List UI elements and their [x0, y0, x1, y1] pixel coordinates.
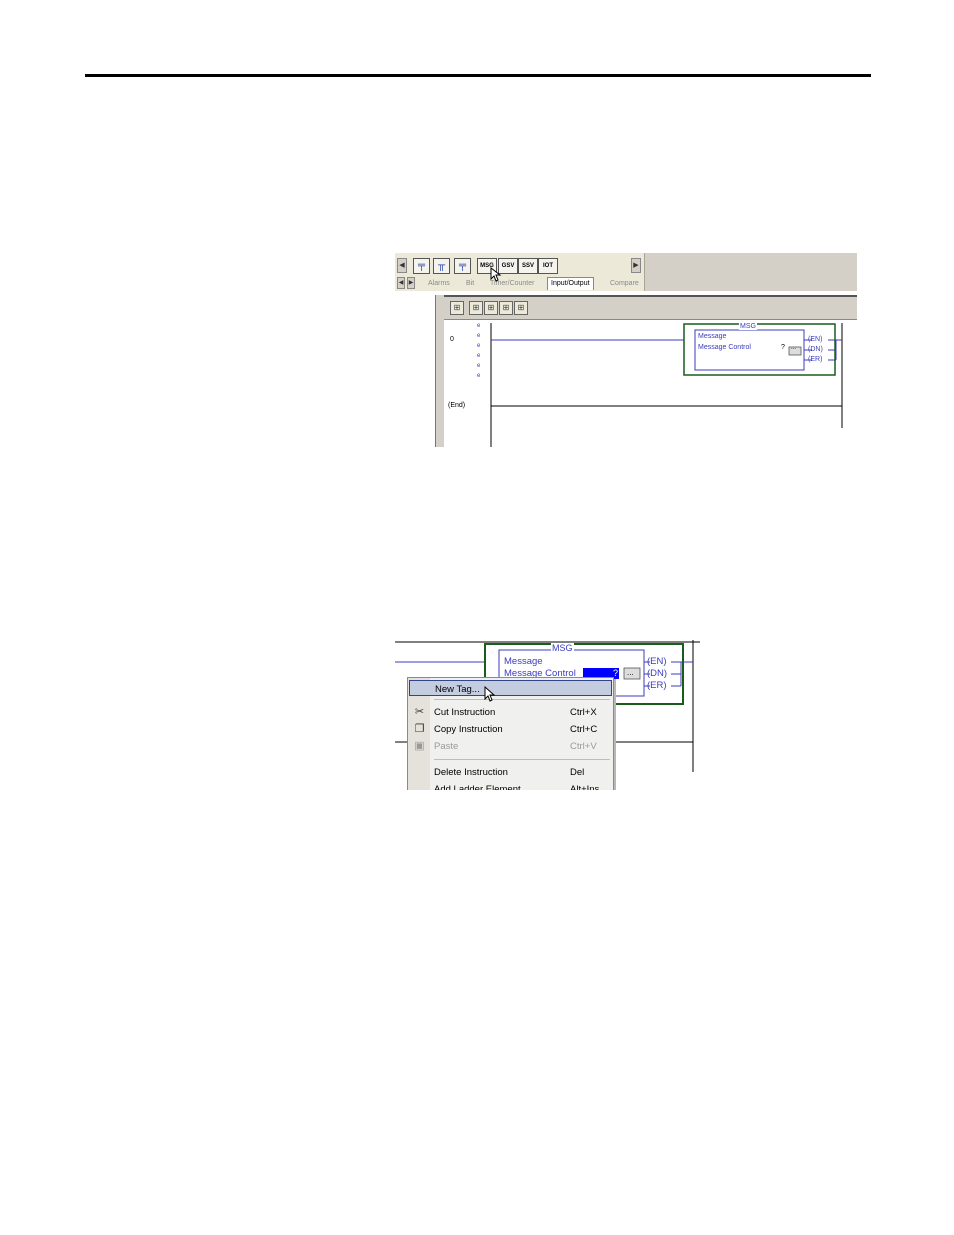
context-menu-screenshot: MSG Message Message Control ? ... (EN) (…: [395, 640, 700, 790]
menu-item-label: Copy Instruction: [434, 724, 503, 735]
error-mark: e: [477, 323, 481, 329]
ladder-toolbar: ⊞ ⊞ ⊞ ⊞ ⊞: [444, 297, 857, 320]
ladder-rungs: [490, 323, 843, 447]
output-er: (ER): [647, 680, 667, 691]
paste-icon: ▣: [414, 740, 425, 752]
menu-item-copy-instruction[interactable]: ❐ Copy Instruction Ctrl+C: [408, 721, 613, 738]
ladder-editor-screenshot: ◀ ╤ ╥ ╤ MSG GSV SSV IOT ▶ ◀ ▶ Alarms Bit…: [395, 253, 857, 447]
menu-item-label: Paste: [434, 741, 459, 752]
tab-input-output[interactable]: Input/Output: [547, 277, 594, 290]
instruction-tabs: ◀ ▶ Alarms Bit Timer/Counter Input/Outpu…: [395, 277, 644, 290]
menu-item-add-ladder-element[interactable]: Add Ladder Element Alt+Ins: [408, 781, 613, 790]
msg-line1: Message: [504, 656, 543, 667]
menu-item-paste[interactable]: ▣ Paste Ctrl+V: [408, 738, 613, 755]
menu-separator: [434, 759, 610, 760]
output-en: (EN): [647, 656, 667, 667]
add-branch-level-icon[interactable]: ⊞: [484, 301, 498, 315]
error-mark: e: [477, 343, 481, 349]
message-control-value[interactable]: ?: [781, 344, 785, 351]
toolbar-area: ◀ ╤ ╥ ╤ MSG GSV SSV IOT ▶ ◀ ▶ Alarms Bit…: [395, 253, 857, 291]
msg-title: MSG: [551, 643, 574, 653]
output-en: (EN): [808, 336, 823, 343]
error-mark: e: [477, 363, 481, 369]
tab-alarms[interactable]: Alarms: [425, 278, 453, 289]
tab-bit[interactable]: Bit: [463, 278, 477, 289]
mouse-pointer-icon: [490, 267, 502, 282]
header-rule: [85, 74, 871, 77]
menu-item-label: Add Ladder Element: [434, 784, 521, 790]
tab-compare[interactable]: Compare: [607, 278, 642, 289]
branch-icon[interactable]: ╥: [433, 258, 450, 274]
instruction-toolbar: ◀ ╤ ╥ ╤ MSG GSV SSV IOT ▶ ◀ ▶ Alarms Bit…: [395, 253, 645, 291]
tab-scroll-left-icon[interactable]: ◀: [397, 277, 405, 289]
menu-item-label: New Tag...: [435, 684, 480, 695]
controller-organizer-pane: [395, 297, 435, 447]
iot-button[interactable]: IOT: [538, 258, 558, 274]
error-mark: e: [477, 373, 481, 379]
ladder-routine: 0 e e e e e e (End) MSG Message Message …: [444, 320, 857, 447]
end-label: (End): [448, 402, 466, 409]
copy-icon: ❐: [414, 723, 425, 735]
error-mark: e: [477, 353, 481, 359]
msg-line1: Message: [698, 333, 727, 340]
add-branch-icon[interactable]: ⊞: [469, 301, 483, 315]
msg-title: MSG: [739, 323, 757, 330]
menu-separator: [434, 699, 610, 700]
error-mark: e: [477, 333, 481, 339]
menu-item-shortcut: Ctrl+V: [570, 741, 597, 752]
output-dn: (DN): [647, 668, 668, 679]
scissors-icon: ✂: [414, 706, 425, 718]
branch-level-icon[interactable]: ╤: [454, 258, 471, 274]
menu-item-label: Cut Instruction: [434, 707, 496, 718]
output-er: (ER): [808, 356, 823, 363]
tab-scroll-right-icon[interactable]: ▶: [407, 277, 415, 289]
menu-item-shortcut: Del: [570, 767, 585, 778]
menu-item-delete-instruction[interactable]: Delete Instruction Del: [408, 764, 613, 781]
browse-button[interactable]: ...: [627, 668, 634, 677]
menu-item-shortcut: Alt+Ins: [570, 784, 600, 790]
browse-button[interactable]: ...: [791, 345, 796, 351]
add-ote-icon[interactable]: ⊞: [514, 301, 528, 315]
menu-item-shortcut: Ctrl+C: [570, 724, 598, 735]
rung-number: 0: [450, 336, 454, 343]
menu-item-new-tag[interactable]: New Tag...: [409, 680, 612, 696]
rung-branch-icon[interactable]: ╤: [413, 258, 430, 274]
add-rung-icon[interactable]: ⊞: [450, 301, 464, 315]
mouse-pointer-icon: [484, 686, 496, 702]
context-menu: New Tag... ✂ Cut Instruction Ctrl+X ❐ Co…: [407, 677, 614, 790]
message-control-label: Message Control: [698, 344, 751, 351]
menu-item-shortcut: Ctrl+X: [570, 707, 597, 718]
add-xic-icon[interactable]: ⊞: [499, 301, 513, 315]
ssv-button[interactable]: SSV: [518, 258, 538, 274]
scroll-right-icon[interactable]: ▶: [631, 258, 641, 273]
menu-item-cut-instruction[interactable]: ✂ Cut Instruction Ctrl+X: [408, 704, 613, 721]
output-dn: (DN): [808, 346, 823, 353]
menu-item-label: Delete Instruction: [434, 767, 508, 778]
scroll-left-icon[interactable]: ◀: [397, 258, 407, 273]
